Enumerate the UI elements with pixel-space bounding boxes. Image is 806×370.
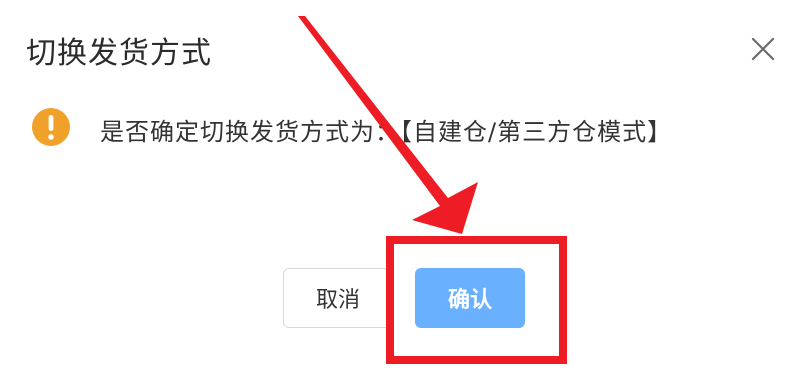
cancel-button[interactable]: 取消 xyxy=(283,268,393,328)
dialog-title: 切换发货方式 xyxy=(26,36,212,71)
annotation-highlight-box xyxy=(386,236,567,364)
dialog-message: 是否确定切换发货方式为：【自建仓/第三方仓模式】 xyxy=(100,118,673,146)
warning-icon xyxy=(32,108,70,146)
close-icon[interactable] xyxy=(750,36,776,62)
